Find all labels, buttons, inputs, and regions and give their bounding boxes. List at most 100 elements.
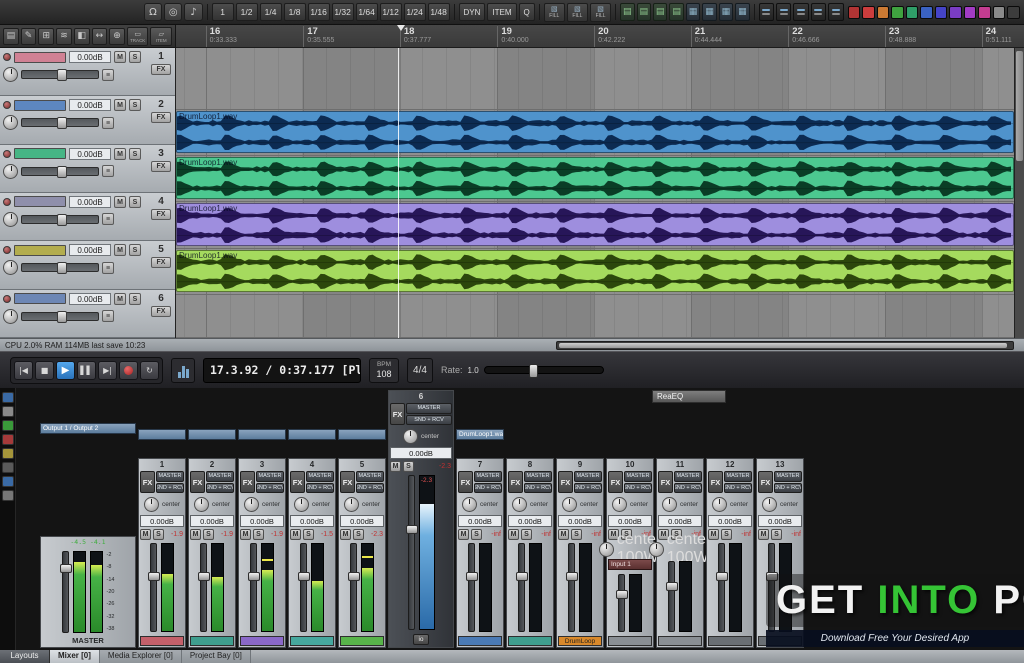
docker-icon[interactable] bbox=[2, 420, 14, 431]
strip-fx-button[interactable]: FX bbox=[140, 471, 155, 493]
master-fader[interactable] bbox=[62, 551, 69, 633]
strip-solo-button[interactable]: S bbox=[153, 529, 164, 540]
strip-fader-thumb[interactable] bbox=[248, 572, 260, 581]
strip-mute-button[interactable]: M bbox=[290, 529, 301, 540]
mixer-strip[interactable]: 11FXMASTERSND + RCVcenter0.00dBMS-infcen… bbox=[656, 458, 704, 648]
strip-route-master-button[interactable]: MASTER bbox=[474, 471, 502, 482]
strip-width-knob[interactable] bbox=[599, 542, 614, 557]
track-fx-button[interactable]: FX bbox=[151, 64, 171, 75]
strip-fx-button[interactable]: FX bbox=[508, 471, 523, 493]
master-strip[interactable]: Output 1 / Output 2-4.5 -4.1-2-8-14-20-2… bbox=[40, 423, 136, 648]
strip-route-master-button[interactable]: MASTER bbox=[156, 471, 184, 482]
time-signature-display[interactable]: 4/4 bbox=[407, 358, 433, 383]
track-solo-button[interactable]: S bbox=[129, 148, 141, 160]
grid-division-button[interactable]: 1/48 bbox=[428, 3, 450, 21]
grid-division-button[interactable]: 1/8 bbox=[284, 3, 306, 21]
grouping-toggle-icon[interactable] bbox=[759, 3, 774, 21]
track-env-button[interactable]: ≡ bbox=[102, 310, 114, 322]
docker-tab[interactable]: Mixer [0] bbox=[50, 650, 100, 663]
grid-division-button[interactable]: 1/2 bbox=[236, 3, 258, 21]
strip-io-button[interactable]: io bbox=[413, 634, 429, 645]
track-color-swatch[interactable] bbox=[877, 6, 890, 19]
record-arm-button[interactable] bbox=[3, 198, 11, 206]
strip-solo-button[interactable]: S bbox=[571, 529, 582, 540]
arrange-view[interactable]: DrumLoop1.wavDrumLoop1.wavDrumLoop1.wavD… bbox=[176, 48, 1014, 338]
track-panel[interactable]: 0.00dBMS≡6FX bbox=[0, 290, 175, 338]
strip-fx-button[interactable]: FX bbox=[290, 471, 305, 493]
master-fader-thumb[interactable] bbox=[60, 564, 72, 573]
snap-toggle-icon[interactable]: Ω bbox=[144, 3, 162, 21]
strip-fader-thumb[interactable] bbox=[566, 572, 578, 581]
track-lane[interactable] bbox=[176, 48, 1014, 110]
track-volume-fader-thumb[interactable] bbox=[57, 166, 67, 178]
grid-division-button[interactable]: 1/12 bbox=[380, 3, 402, 21]
mixer-strip[interactable]: 5FXMASTERSND + RCVcenter0.00dBMS-2.3 bbox=[338, 429, 386, 648]
strip-pan-knob[interactable] bbox=[712, 497, 727, 512]
strip-fader-thumb[interactable] bbox=[298, 572, 310, 581]
track-mute-button[interactable]: M bbox=[114, 196, 126, 208]
grid-division-button[interactable]: 1/64 bbox=[356, 3, 378, 21]
track-pan-knob[interactable] bbox=[3, 67, 18, 82]
track-env-button[interactable]: ≡ bbox=[102, 165, 114, 177]
strip-fader-thumb[interactable] bbox=[716, 572, 728, 581]
bpm-display[interactable]: BPM108 bbox=[369, 358, 399, 383]
track-color-swatch[interactable] bbox=[891, 6, 904, 19]
strip-pan-knob[interactable] bbox=[612, 497, 627, 512]
pause-button[interactable]: ▌▌ bbox=[77, 361, 96, 380]
grouping-toggle-icon[interactable] bbox=[793, 3, 808, 21]
grouping-toggle-icon[interactable] bbox=[811, 3, 826, 21]
fill-gap-button[interactable]: ▧FILL bbox=[590, 3, 611, 22]
track-volume-fader-thumb[interactable] bbox=[57, 262, 67, 274]
go-to-start-button[interactable]: |◀ bbox=[14, 361, 33, 380]
track-env-button[interactable]: ≡ bbox=[102, 262, 114, 274]
track-panel[interactable]: 0.00dBMS≡5FX bbox=[0, 241, 175, 289]
track-mute-button[interactable]: M bbox=[114, 99, 126, 111]
strip-mute-button[interactable]: M bbox=[558, 529, 569, 540]
track-volume-fader-thumb[interactable] bbox=[57, 214, 67, 226]
strip-fader[interactable] bbox=[568, 543, 575, 632]
mixer-strip[interactable]: 1FXMASTERSND + RCVcenter0.00dBMS-1.9 bbox=[138, 429, 186, 648]
track-color-swatch[interactable] bbox=[949, 6, 962, 19]
strip-solo-button[interactable]: S bbox=[771, 529, 782, 540]
track-solo-button[interactable]: S bbox=[129, 99, 141, 111]
track-color-swatch[interactable] bbox=[993, 6, 1006, 19]
horizontal-scrollbar[interactable] bbox=[556, 341, 1014, 350]
strip-solo-button[interactable]: S bbox=[253, 529, 264, 540]
strip-pan-knob[interactable] bbox=[562, 497, 577, 512]
strip-pan-knob[interactable] bbox=[144, 497, 159, 512]
media-item[interactable]: DrumLoop1.wav bbox=[176, 250, 1014, 292]
grid-toggle-icon[interactable]: ⊞ bbox=[38, 28, 54, 45]
track-name-field[interactable] bbox=[14, 52, 66, 63]
strip-fader-thumb[interactable] bbox=[198, 572, 210, 581]
strip-mute-button[interactable]: M bbox=[508, 529, 519, 540]
playrate-slider-thumb[interactable] bbox=[529, 364, 538, 378]
strip-fader-thumb[interactable] bbox=[148, 572, 160, 581]
track-color-swatch[interactable] bbox=[848, 6, 861, 19]
track-volume-fader[interactable] bbox=[21, 215, 99, 224]
strip-sndrcv-button[interactable]: SND + RCV bbox=[206, 483, 234, 494]
track-panel[interactable]: 0.00dBMS≡4FX bbox=[0, 193, 175, 241]
track-mute-button[interactable]: M bbox=[114, 244, 126, 256]
strip-width-knob[interactable] bbox=[649, 542, 664, 557]
record-arm-button[interactable] bbox=[3, 246, 11, 254]
strip-name-slot[interactable]: DrumLoop1.wav bbox=[456, 429, 504, 440]
quantize-button[interactable]: Q bbox=[519, 3, 535, 21]
grid-division-button[interactable]: 1/4 bbox=[260, 3, 282, 21]
track-volume-fader[interactable] bbox=[21, 263, 99, 272]
strip-input-selector[interactable]: Input 1 bbox=[608, 559, 652, 570]
record-arm-button[interactable] bbox=[3, 53, 11, 61]
performance-meter-icon[interactable] bbox=[171, 358, 195, 383]
strip-sndrcv-button[interactable]: SND + RCV bbox=[674, 483, 702, 494]
strip-route-master-button[interactable]: MASTER bbox=[574, 471, 602, 482]
transport-time-display[interactable]: 17.3.92 / 0:37.177 [Playing] bbox=[203, 358, 361, 383]
strip-mute-button[interactable]: M bbox=[190, 529, 201, 540]
pencil-tool-icon[interactable]: ✎ bbox=[21, 28, 37, 45]
track-color-swatch[interactable] bbox=[862, 6, 875, 19]
track-panel[interactable]: 0.00dBMS≡3FX bbox=[0, 145, 175, 193]
docker-icon[interactable] bbox=[2, 406, 14, 417]
mixer-strip[interactable]: 9FXMASTERSND + RCVcenter0.00dBMS-infDrum… bbox=[556, 458, 604, 648]
strip-fx-button[interactable]: FX bbox=[240, 471, 255, 493]
strip-fader[interactable] bbox=[350, 543, 357, 632]
strip-fx-button[interactable]: FX bbox=[390, 403, 405, 425]
envelope-icon[interactable]: ◧ bbox=[74, 28, 90, 45]
